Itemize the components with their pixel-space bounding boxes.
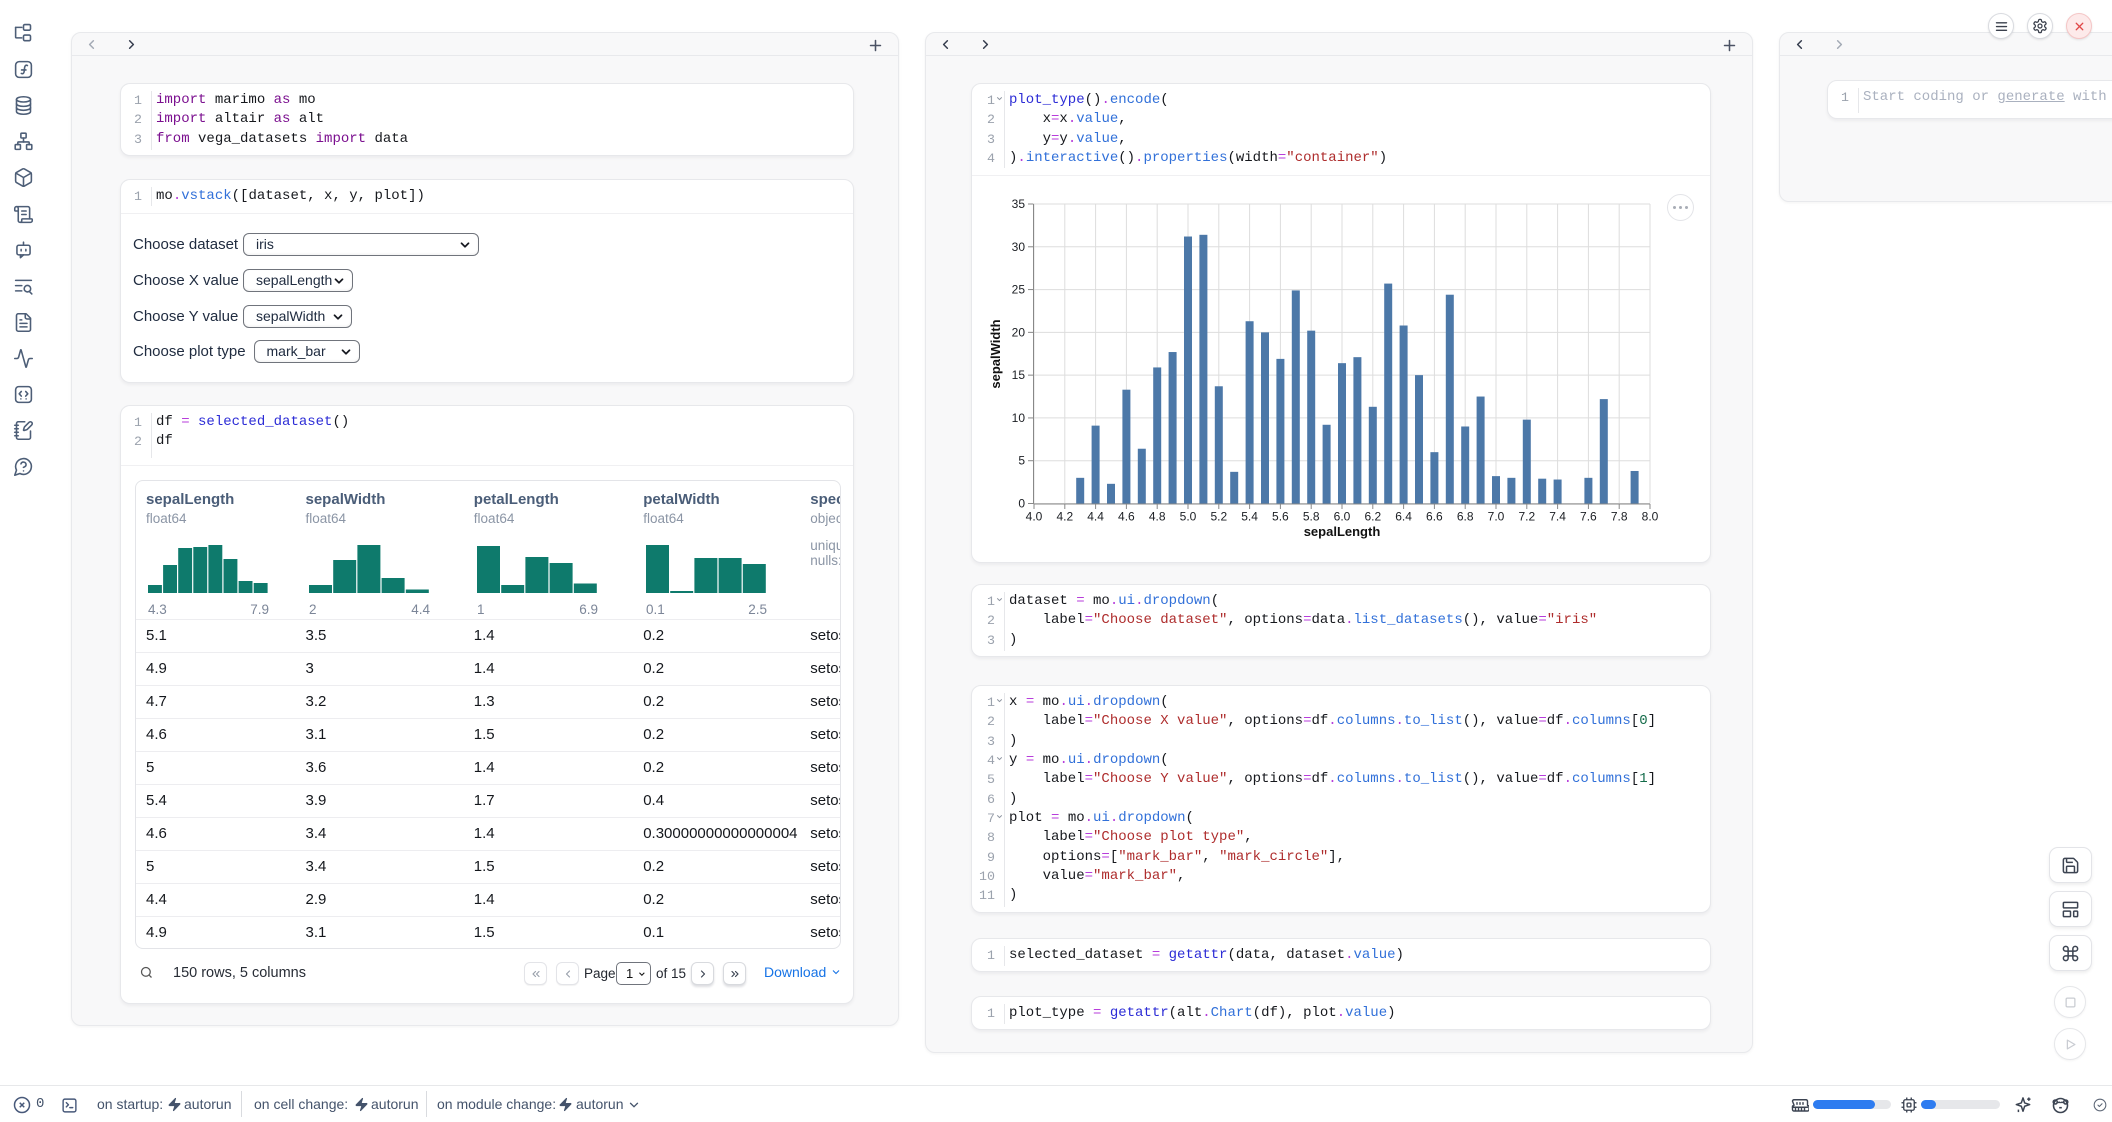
svg-text:4.2: 4.2 [1056, 510, 1073, 524]
svg-text:5.8: 5.8 [1303, 510, 1320, 524]
svg-text:7.8: 7.8 [1611, 510, 1628, 524]
svg-text:6.2: 6.2 [1364, 510, 1381, 524]
svg-text:35: 35 [1012, 197, 1026, 211]
svg-text:10: 10 [1012, 411, 1026, 425]
svg-text:6.4: 6.4 [1395, 510, 1412, 524]
svg-text:15: 15 [1012, 368, 1026, 382]
svg-text:7.0: 7.0 [1488, 510, 1505, 524]
svg-text:6.0: 6.0 [1334, 510, 1351, 524]
svg-text:5.2: 5.2 [1210, 510, 1227, 524]
svg-text:5.6: 5.6 [1272, 510, 1289, 524]
svg-text:7.4: 7.4 [1549, 510, 1566, 524]
svg-text:4.4: 4.4 [1087, 510, 1104, 524]
svg-text:0: 0 [1018, 497, 1025, 511]
svg-text:4.8: 4.8 [1149, 510, 1166, 524]
svg-text:sepalWidth: sepalWidth [988, 319, 1003, 388]
svg-text:5: 5 [1018, 454, 1025, 468]
svg-text:5.4: 5.4 [1241, 510, 1258, 524]
svg-text:25: 25 [1012, 283, 1026, 297]
svg-text:6.8: 6.8 [1457, 510, 1474, 524]
svg-text:30: 30 [1012, 240, 1026, 254]
svg-text:7.6: 7.6 [1580, 510, 1597, 524]
svg-text:20: 20 [1012, 325, 1026, 339]
svg-text:6.6: 6.6 [1426, 510, 1443, 524]
svg-text:sepalLength: sepalLength [1304, 524, 1381, 539]
svg-text:5.0: 5.0 [1180, 510, 1197, 524]
svg-text:4.0: 4.0 [1026, 510, 1043, 524]
svg-text:7.2: 7.2 [1518, 510, 1535, 524]
svg-text:8.0: 8.0 [1642, 510, 1659, 524]
svg-text:4.6: 4.6 [1118, 510, 1135, 524]
